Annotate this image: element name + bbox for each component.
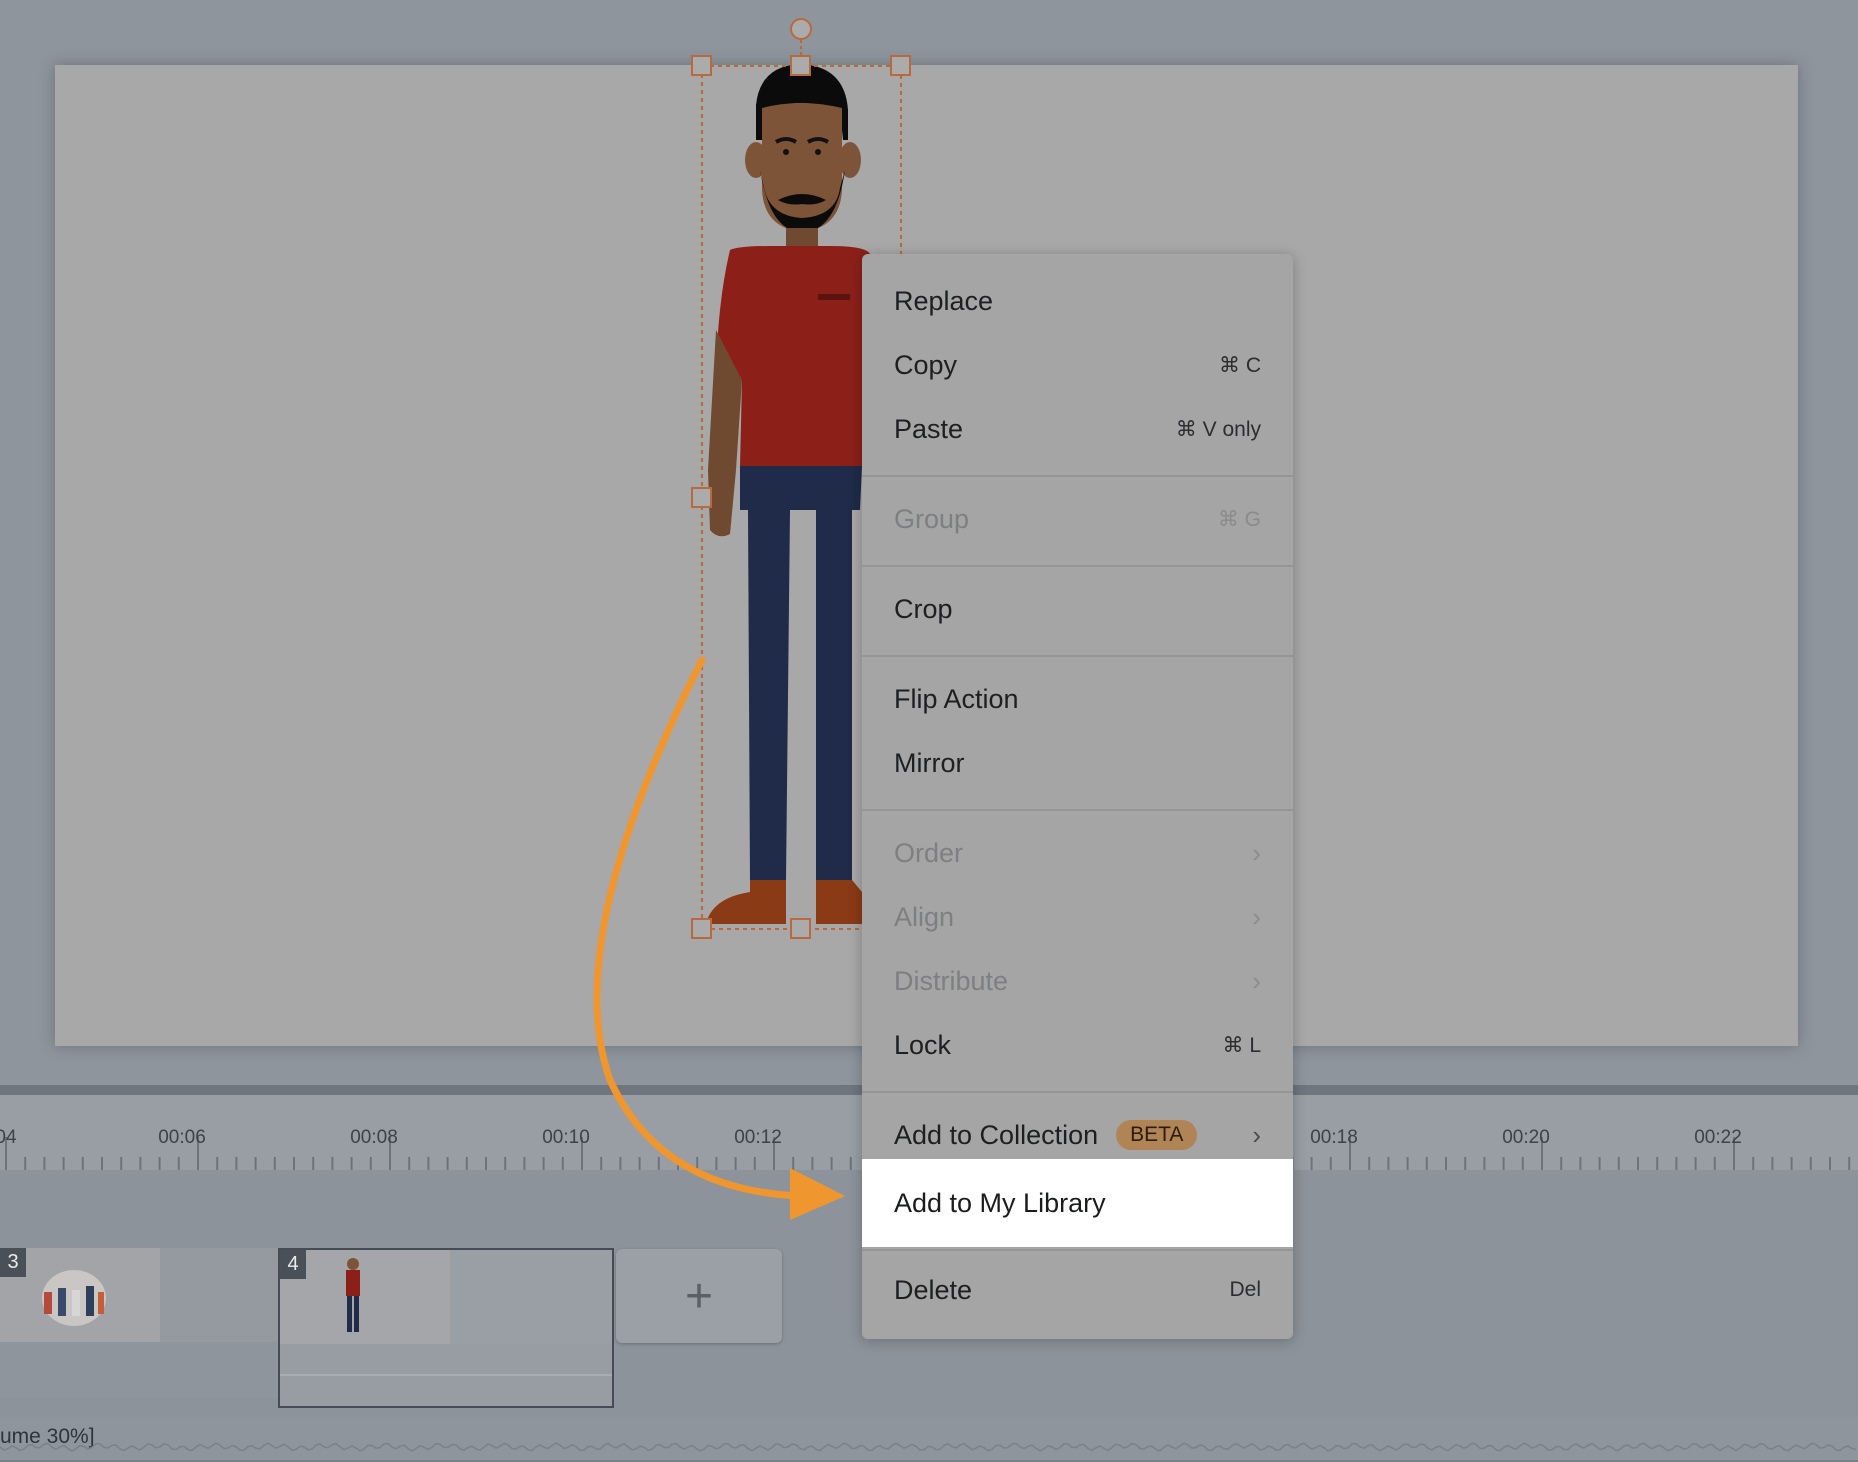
audio-waveform[interactable] [0,1440,1858,1454]
menu-item-shortcut: ⌘ G [1217,507,1261,531]
menu-item-label: Replace [894,285,994,316]
menu-item-label: Paste [894,413,964,444]
menu-item-label: Delete [894,1274,973,1305]
menu-divider [862,475,1293,477]
menu-item-label: Lock [894,1029,952,1060]
menu-item-shortcut: ⌘ L [1222,1033,1261,1057]
tick-label: 00:20 [1502,1127,1550,1148]
scene-3-duration[interactable] [160,1248,278,1342]
menu-item-label: Mirror [894,747,965,778]
menu-item-group[interactable]: Group ⌘ G [862,487,1293,551]
menu-item-flip-action[interactable]: Flip Action [862,667,1293,731]
menu-item-order[interactable]: Order › [862,821,1293,885]
menu-divider [862,655,1293,657]
chevron-right-icon: › [1252,1119,1261,1150]
menu-item-label: Copy [894,349,958,380]
menu-divider [862,809,1293,811]
chevron-right-icon: › [1252,901,1261,932]
scene-4-block[interactable] [278,1248,614,1408]
plus-icon: + [684,1269,714,1323]
menu-item-label-group: Add to Collection BETA [894,1119,1198,1151]
menu-item-shortcut: ⌘ C [1219,353,1261,377]
menu-item-lock[interactable]: Lock ⌘ L [862,1013,1293,1077]
menu-item-distribute[interactable]: Distribute › [862,949,1293,1013]
context-menu: Replace Copy ⌘ C Paste ⌘ V only Group ⌘ … [862,254,1293,1339]
add-scene-button[interactable]: + [616,1249,782,1343]
menu-item-mirror[interactable]: Mirror [862,731,1293,795]
menu-item-label: Flip Action [894,683,1019,714]
menu-item-label: Group [894,503,970,534]
menu-divider [862,1249,1293,1251]
tick-label: 00:08 [350,1127,398,1148]
menu-item-replace[interactable]: Replace [862,269,1293,333]
chevron-right-icon: › [1252,837,1261,868]
menu-item-add-to-collection[interactable]: Add to Collection BETA › [862,1103,1293,1167]
menu-item-label: Distribute [894,965,1009,996]
menu-item-label: Align [894,901,955,932]
menu-item-add-to-my-library[interactable]: Add to My Library [862,1159,1293,1247]
scene-4-duration [450,1250,612,1344]
menu-item-shortcut: ⌘ V only [1175,417,1261,441]
menu-item-label: Crop [894,593,953,624]
menu-divider [862,565,1293,567]
tick-label: 00:22 [1694,1127,1742,1148]
scene-4-number: 4 [280,1250,306,1279]
scene-3-number: 3 [0,1248,26,1277]
tick-label: 00:12 [734,1127,782,1148]
menu-item-align[interactable]: Align › [862,885,1293,949]
menu-item-label: Order [894,837,964,868]
menu-item-paste[interactable]: Paste ⌘ V only [862,397,1293,461]
tick-label: 00:06 [158,1127,206,1148]
tick-label: 00:10 [542,1127,590,1148]
beta-badge: BETA [1116,1120,1198,1150]
scene-3-audio-lane [0,1342,278,1398]
chevron-right-icon: › [1252,965,1261,996]
menu-item-crop[interactable]: Crop [862,577,1293,641]
tick-label: 04 [0,1127,17,1148]
menu-divider [862,1091,1293,1093]
menu-item-label: Add to My Library [894,1187,1106,1218]
tick-label: 00:18 [1310,1127,1358,1148]
menu-item-shortcut: Del [1229,1278,1261,1301]
rotate-handle [790,18,812,40]
menu-item-copy[interactable]: Copy ⌘ C [862,333,1293,397]
menu-item-delete[interactable]: Delete Del [862,1258,1293,1322]
menu-item-label: Add to Collection [894,1119,1099,1150]
